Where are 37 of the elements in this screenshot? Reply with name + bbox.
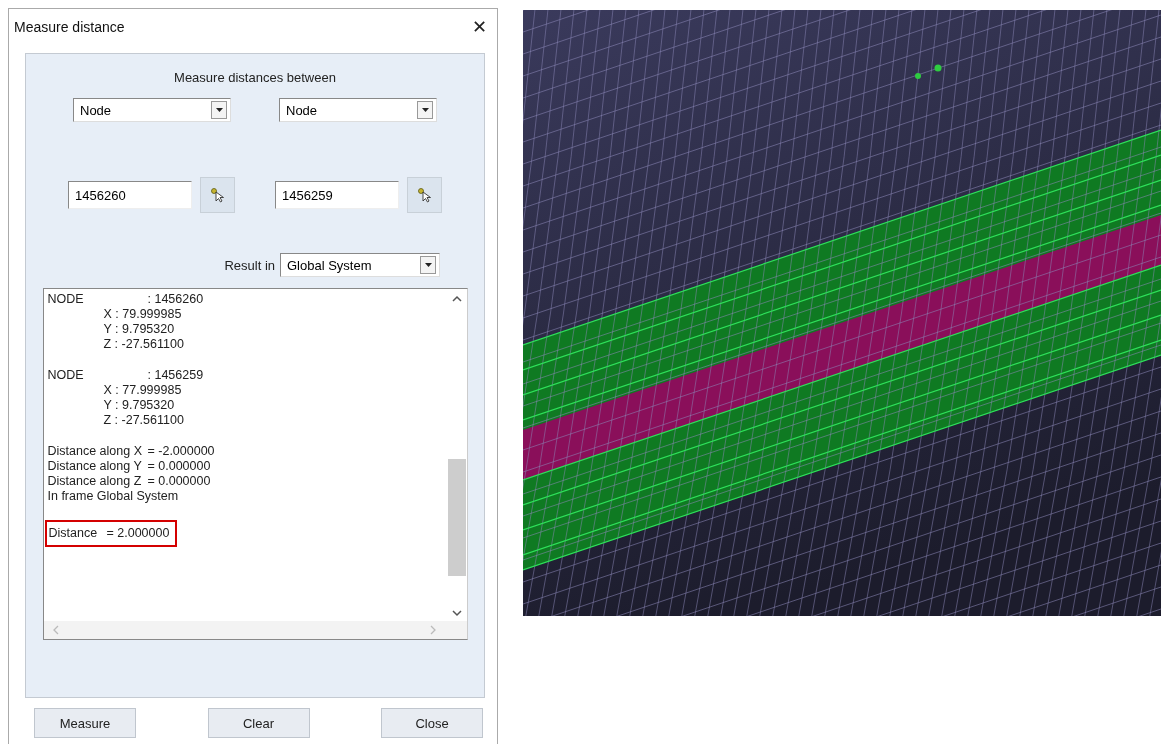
output-label: Distance along X [47, 444, 143, 459]
output-value: : 1456260 [147, 292, 204, 307]
pick-cursor-icon[interactable] [407, 177, 442, 213]
result-frame-dropdown[interactable]: Global System [280, 253, 440, 277]
scroll-up-icon[interactable] [451, 295, 462, 302]
node-id-field[interactable]: 1456259 [275, 181, 399, 209]
entity-type-dropdown[interactable]: Node [279, 98, 437, 122]
horizontal-scrollbar[interactable] [43, 621, 467, 639]
output-value: = 0.000000 [147, 474, 211, 489]
output-line: In frame Global System [47, 489, 179, 504]
output-label: NODE [47, 368, 85, 383]
node-id-field[interactable]: 1456260 [68, 181, 192, 209]
output-value: = 0.000000 [147, 459, 211, 474]
output-label: Distance along Z [47, 474, 143, 489]
scroll-right-icon[interactable] [429, 625, 437, 635]
scroll-down-icon[interactable] [451, 610, 462, 617]
dialog-button[interactable]: Clear [207, 708, 310, 738]
output-line: Z : -27.561100 [102, 413, 184, 428]
result-in-label: Result in [224, 257, 275, 273]
output-label: NODE [47, 292, 85, 307]
scroll-left-icon[interactable] [51, 625, 59, 635]
output-line: X : 77.999985 [102, 383, 182, 398]
output-line: Y : 9.795320 [102, 398, 175, 413]
output-line: X : 79.999985 [102, 307, 182, 322]
pick-cursor-icon[interactable] [200, 177, 235, 213]
output-label: Distance along Y [47, 459, 143, 474]
output-line: Z : -27.561100 [102, 337, 184, 352]
heading-label: Measure distances between [174, 70, 336, 85]
output-label: Distance [48, 526, 99, 541]
entity-type-dropdown[interactable]: Node [73, 98, 231, 122]
output-value: : 1456259 [147, 368, 204, 383]
output-value: = 2.000000 [106, 526, 170, 541]
output-value: = -2.000000 [147, 444, 215, 459]
dialog-button[interactable]: Measure [34, 708, 136, 738]
dialog-button[interactable]: Close [381, 708, 483, 738]
window-title: Measure distance [14, 19, 125, 35]
output-line: Y : 9.795320 [102, 322, 175, 337]
